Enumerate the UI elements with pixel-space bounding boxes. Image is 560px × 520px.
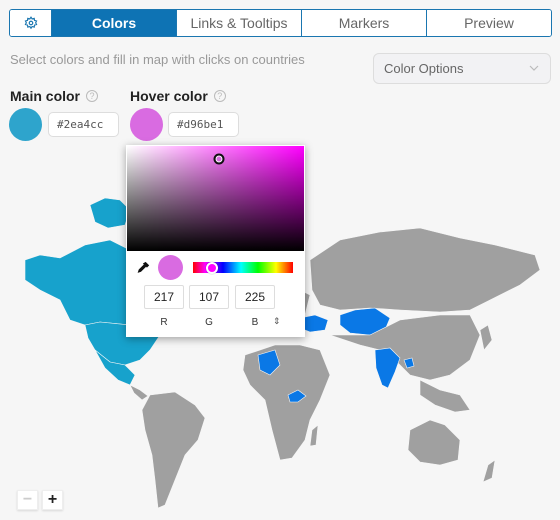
saturation-value-area[interactable] <box>127 146 304 251</box>
blue-input[interactable]: 225 <box>235 285 275 309</box>
tab-markers[interactable]: Markers <box>301 10 426 36</box>
continent-south-america[interactable] <box>141 391 206 509</box>
hover-color-hex-input[interactable]: #d96be1 <box>168 112 239 137</box>
continent-africa[interactable] <box>242 344 331 461</box>
zoom-out-button[interactable]: − <box>17 490 38 510</box>
instruction-text: Select colors and fill in map with click… <box>10 52 305 67</box>
help-icon[interactable]: ? <box>86 90 99 102</box>
country-india[interactable] <box>374 347 401 389</box>
color-preview <box>158 255 183 280</box>
country-new-zealand[interactable] <box>482 459 496 483</box>
tab-preview[interactable]: Preview <box>426 10 551 36</box>
country-canada-islands[interactable] <box>89 197 131 229</box>
color-options-dropdown[interactable]: Color Options <box>373 53 551 84</box>
hue-slider-handle[interactable] <box>206 261 218 274</box>
tab-colors[interactable]: Colors <box>51 10 176 36</box>
hover-color-label-group: Hover color ? <box>130 88 226 104</box>
hue-slider[interactable] <box>193 261 293 274</box>
chevron-down-icon <box>529 65 539 71</box>
tab-links-tooltips[interactable]: Links & Tooltips <box>176 10 301 36</box>
gear-icon <box>24 16 37 30</box>
green-label: G <box>205 317 213 328</box>
help-icon[interactable]: ? <box>213 90 226 102</box>
country-russia[interactable] <box>309 227 541 313</box>
country-madagascar[interactable] <box>309 424 319 447</box>
green-input[interactable]: 107 <box>189 285 229 309</box>
blue-label: B <box>251 317 259 328</box>
hover-color-label: Hover color <box>130 88 208 104</box>
color-picker-popup: 217 107 225 R G B ⇕ <box>126 145 305 337</box>
country-central-america[interactable] <box>129 384 149 401</box>
color-mode-toggle[interactable]: ⇕ <box>273 316 281 327</box>
tab-settings[interactable] <box>10 10 51 36</box>
hover-color-swatch[interactable] <box>130 108 163 141</box>
color-options-label: Color Options <box>384 61 464 76</box>
map-editor: Colors Links & Tooltips Markers Preview … <box>0 0 560 520</box>
red-input[interactable]: 217 <box>144 285 184 309</box>
main-color-swatch[interactable] <box>9 108 42 141</box>
zoom-in-button[interactable]: + <box>42 490 63 510</box>
country-australia[interactable] <box>407 419 461 466</box>
main-color-label-group: Main color ? <box>10 88 99 104</box>
main-color-hex-input[interactable]: #2ea4cc <box>48 112 119 137</box>
saturation-value-handle[interactable] <box>213 153 225 165</box>
eyedropper-icon[interactable] <box>136 261 150 275</box>
tab-bar: Colors Links & Tooltips Markers Preview <box>9 9 552 37</box>
zoom-controls: − + <box>17 490 63 510</box>
country-japan[interactable] <box>479 324 493 351</box>
main-color-label: Main color <box>10 88 81 104</box>
red-label: R <box>160 317 168 328</box>
region-southeast-asia[interactable] <box>419 379 471 413</box>
